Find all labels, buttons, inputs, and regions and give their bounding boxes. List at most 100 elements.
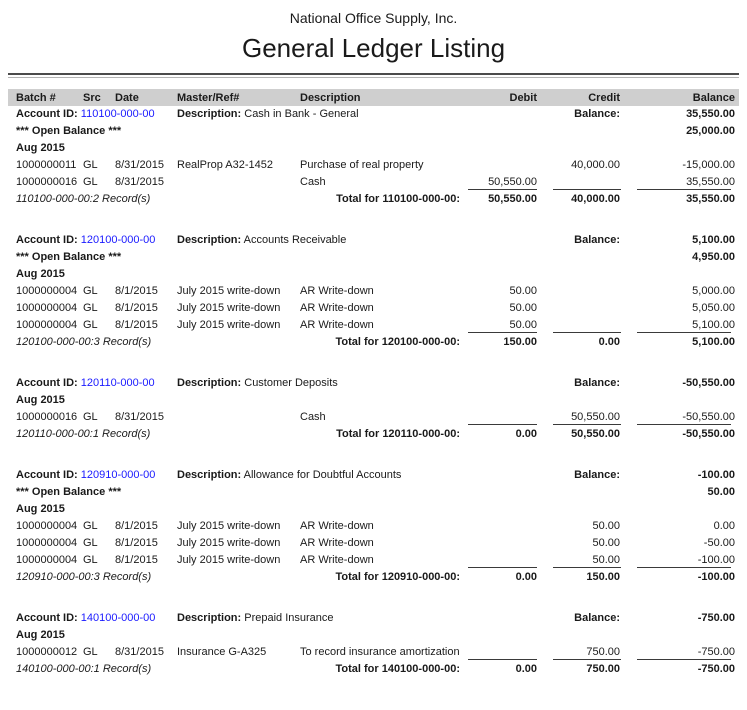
report-title: General Ledger Listing xyxy=(0,31,747,65)
credit-cell xyxy=(545,317,629,334)
credit-cell: 750.00 xyxy=(545,644,629,661)
total-label-cell: Total for 110100-000-00: xyxy=(292,191,460,208)
description-label: Description: xyxy=(177,234,241,246)
credit-cell: 50.00 xyxy=(545,535,629,552)
account-id-cell: Account ID: 120100-000-00 xyxy=(8,232,170,249)
master-ref-cell: July 2015 write-down xyxy=(170,300,292,317)
debit-cell xyxy=(460,644,545,661)
month-cell: Aug 2015 xyxy=(8,140,739,157)
account-header-row: Account ID: 120100-000-00Description: Ac… xyxy=(8,232,739,249)
month-cell: Aug 2015 xyxy=(8,392,739,409)
total-credit-cell: 0.00 xyxy=(545,334,629,351)
balance-label-cell: Balance: xyxy=(545,467,629,484)
account-id-cell: Account ID: 140100-000-00 xyxy=(8,610,170,627)
master-ref-cell: July 2015 write-down xyxy=(170,552,292,569)
col-header-batch: Batch # xyxy=(8,89,78,106)
detail-row: 1000000012GL8/31/2015Insurance G-A325To … xyxy=(8,644,739,661)
batch-cell: 1000000016 xyxy=(8,409,78,426)
month-cell: Aug 2015 xyxy=(8,501,739,518)
account-id-link[interactable]: 120100-000-00 xyxy=(81,234,156,246)
month-row: Aug 2015 xyxy=(8,140,739,157)
total-balance-cell: -750.00 xyxy=(629,661,739,678)
account-header-row: Account ID: 140100-000-00Description: Pr… xyxy=(8,610,739,627)
total-debit-cell: 0.00 xyxy=(460,426,545,443)
src-cell: GL xyxy=(78,300,108,317)
col-header-balance: Balance xyxy=(629,89,739,106)
spacer-cell xyxy=(8,443,739,467)
balance-label-cell: Balance: xyxy=(545,106,629,123)
debit-cell xyxy=(460,518,545,535)
balance-cell: 5,050.00 xyxy=(629,300,739,317)
debit-cell: 50.00 xyxy=(460,283,545,300)
account-description-cell: Description: Allowance for Doubtful Acco… xyxy=(170,467,460,484)
description-cell: AR Write-down xyxy=(292,552,460,569)
total-row: 120910-000-00:3 Record(s)Total for 12091… xyxy=(8,569,739,586)
credit-cell: 50.00 xyxy=(545,552,629,569)
total-row: 110100-000-00:2 Record(s)Total for 11010… xyxy=(8,191,739,208)
account-header-row: Account ID: 120110-000-00Description: Cu… xyxy=(8,375,739,392)
spacer-cell xyxy=(8,586,739,610)
date-cell: 8/1/2015 xyxy=(108,283,170,300)
report-page: { "report": { "company": "National Offic… xyxy=(0,0,747,710)
credit-cell: 40,000.00 xyxy=(545,157,629,174)
account-id-link[interactable]: 140100-000-00 xyxy=(81,612,156,624)
src-cell: GL xyxy=(78,283,108,300)
batch-cell: 1000000016 xyxy=(8,174,78,191)
batch-cell: 1000000004 xyxy=(8,283,78,300)
description-cell: AR Write-down xyxy=(292,518,460,535)
debit-cell: 50,550.00 xyxy=(460,174,545,191)
account-id-label: Account ID: xyxy=(16,612,78,624)
total-label-cell: Total for 120110-000-00: xyxy=(292,426,460,443)
balance-cell: 5,100.00 xyxy=(629,317,739,334)
description-cell: AR Write-down xyxy=(292,300,460,317)
records-count-cell: 120910-000-00:3 Record(s) xyxy=(8,569,292,586)
total-balance-cell: -100.00 xyxy=(629,569,739,586)
total-credit-cell: 40,000.00 xyxy=(545,191,629,208)
col-header-date: Date xyxy=(108,89,170,106)
total-credit-cell: 150.00 xyxy=(545,569,629,586)
date-cell: 8/31/2015 xyxy=(108,174,170,191)
open-balance-label-cell: *** Open Balance *** xyxy=(8,249,629,266)
total-label-cell: Total for 120100-000-00: xyxy=(292,334,460,351)
batch-cell: 1000000004 xyxy=(8,552,78,569)
src-cell: GL xyxy=(78,409,108,426)
company-name: National Office Supply, Inc. xyxy=(0,0,747,27)
detail-row: 1000000004GL8/1/2015July 2015 write-down… xyxy=(8,535,739,552)
account-id-link[interactable]: 120110-000-00 xyxy=(81,377,155,389)
detail-row: 1000000004GL8/1/2015July 2015 write-down… xyxy=(8,552,739,569)
credit-cell: 50.00 xyxy=(545,518,629,535)
section-spacer xyxy=(8,351,739,375)
balance-cell: 5,000.00 xyxy=(629,283,739,300)
debit-cell xyxy=(460,535,545,552)
src-cell: GL xyxy=(78,535,108,552)
debit-cell xyxy=(460,409,545,426)
spacer-cell xyxy=(8,208,739,232)
account-id-link[interactable]: 110100-000-00 xyxy=(81,108,155,120)
date-cell: 8/31/2015 xyxy=(108,644,170,661)
month-row: Aug 2015 xyxy=(8,501,739,518)
month-cell: Aug 2015 xyxy=(8,627,739,644)
balance-cell: -15,000.00 xyxy=(629,157,739,174)
account-id-link[interactable]: 120910-000-00 xyxy=(81,469,156,481)
debit-cell: 50.00 xyxy=(460,317,545,334)
account-description-cell: Description: Customer Deposits xyxy=(170,375,460,392)
month-row: Aug 2015 xyxy=(8,627,739,644)
account-balance-cell: -100.00 xyxy=(629,467,739,484)
records-count-cell: 120100-000-00:3 Record(s) xyxy=(8,334,292,351)
total-credit-cell: 750.00 xyxy=(545,661,629,678)
title-divider xyxy=(8,73,739,78)
master-ref-cell: July 2015 write-down xyxy=(170,283,292,300)
description-label: Description: xyxy=(177,108,241,120)
account-header-row: Account ID: 110100-000-00Description: Ca… xyxy=(8,106,739,123)
description-value: Allowance for Doubtful Accounts xyxy=(244,469,402,481)
open-balance-label-cell: *** Open Balance *** xyxy=(8,484,629,501)
ledger-table: Batch # Src Date Master/Ref# Description… xyxy=(8,89,739,678)
date-cell: 8/31/2015 xyxy=(108,409,170,426)
batch-cell: 1000000004 xyxy=(8,535,78,552)
date-cell: 8/1/2015 xyxy=(108,552,170,569)
debit-cell xyxy=(460,552,545,569)
balance-cell: -100.00 xyxy=(629,552,739,569)
open-balance-row: *** Open Balance ***50.00 xyxy=(8,484,739,501)
description-cell: AR Write-down xyxy=(292,535,460,552)
master-ref-cell: RealProp A32-1452 xyxy=(170,157,292,174)
